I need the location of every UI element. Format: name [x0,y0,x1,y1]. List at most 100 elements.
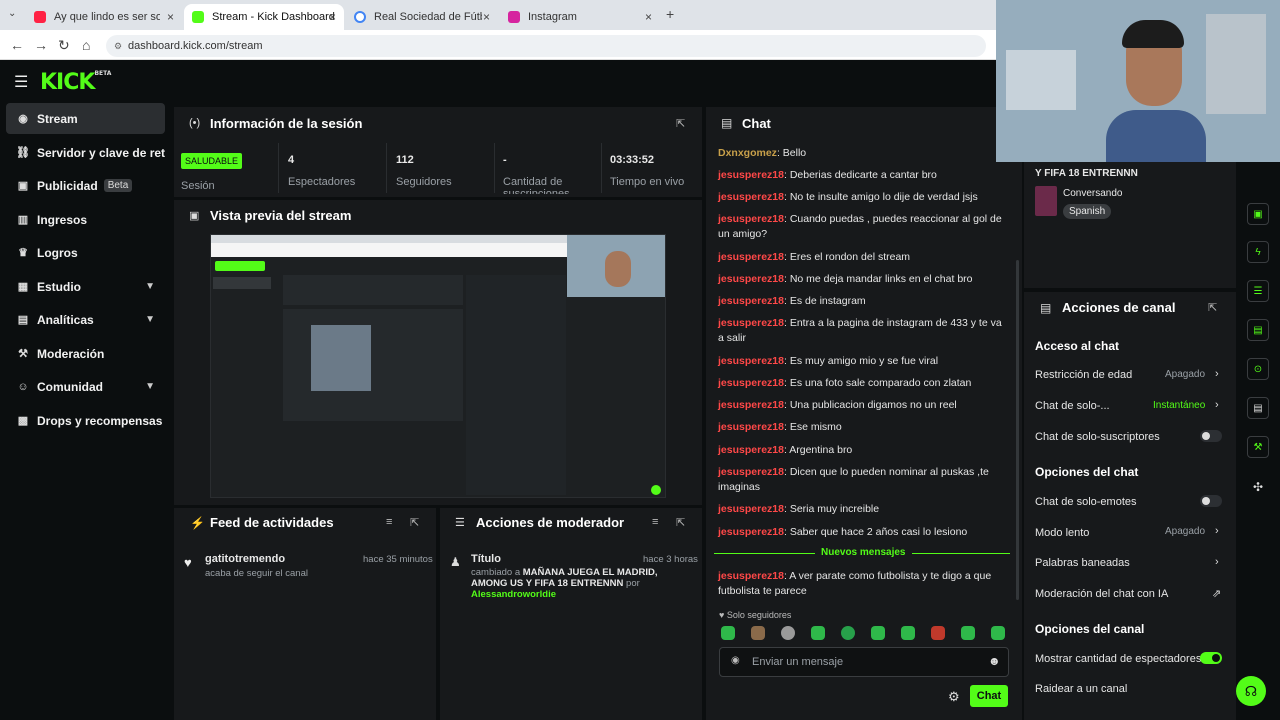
popout-icon[interactable]: ⇱ [410,516,419,529]
session-tool-icon[interactable]: ⊙ [1247,358,1269,380]
popout-icon[interactable]: ⇱ [676,516,685,529]
popout-icon[interactable]: ⇱ [1208,301,1217,314]
close-icon[interactable]: × [483,10,490,24]
filter-icon[interactable]: ≡ [386,516,392,528]
sidebar-item-studio[interactable]: ▦ Estudio ▼ [6,271,165,302]
close-icon[interactable]: × [645,10,652,24]
emote-icon[interactable] [961,626,975,640]
emotes-only-toggle[interactable] [1200,495,1222,507]
emoji-icon[interactable]: ☻ [988,654,1001,668]
browser-tab[interactable]: Real Sociedad de Fútbol - Busc × [346,4,498,30]
status-badge: SALUDABLE [181,153,243,169]
chat-user[interactable]: jesusperez18 [718,399,784,411]
sidebar-item-server-key[interactable]: ⛓ Servidor y clave de retransmisión [6,137,165,168]
emote-icon[interactable] [751,626,765,640]
back-icon[interactable]: ← [10,37,24,53]
send-chat-button[interactable]: Chat [970,685,1008,707]
menu-icon[interactable]: ☰ [14,72,28,92]
emote-icon[interactable] [901,626,915,640]
channel-tool-icon[interactable]: ▤ [1247,397,1269,419]
emote-icon[interactable] [991,626,1005,640]
chat-user[interactable]: jesusperez18 [718,169,784,181]
emote-icon[interactable] [841,626,855,640]
chat-user[interactable]: jesusperez18 [718,273,784,285]
show-viewers-toggle[interactable] [1200,652,1222,664]
browser-tab[interactable]: Instagram × [500,4,660,30]
chat-user[interactable]: jesusperez18 [718,466,784,478]
list-tool-icon[interactable]: ☰ [1247,280,1269,302]
analytics-icon: ▤ [17,314,29,326]
close-icon[interactable]: × [167,10,174,24]
people-icon: ☺ [17,380,29,393]
site-info-icon[interactable]: ⚙ [114,35,122,57]
chat-user[interactable]: jesusperez18 [718,377,784,389]
sidebar-item-moderation[interactable]: ⚒ Moderación [6,338,165,369]
puzzle-icon[interactable]: ✣ [1253,480,1263,494]
chat-user[interactable]: jesusperez18 [718,526,784,538]
chat-user[interactable]: jesusperez18 [718,421,784,433]
emote-icon[interactable] [871,626,885,640]
new-tab-button[interactable]: + [666,6,674,22]
chat-user[interactable]: jesusperez18 [718,355,784,367]
new-messages-label[interactable]: Nuevos mensajes [815,547,912,558]
home-icon[interactable]: ⌂ [82,37,90,53]
emote-icon[interactable] [721,626,735,640]
emote-icon[interactable] [931,626,945,640]
emotes-only-label: Chat de solo-emotes [1035,496,1137,508]
category-label[interactable]: Conversando [1063,188,1122,199]
instagram-icon [508,11,520,23]
hammer-icon: ⚒ [18,348,28,360]
popout-icon[interactable]: ⇱ [676,117,685,130]
sidebar-item-drops[interactable]: ▩ Drops y recompensas [6,405,165,436]
url-field[interactable]: ⚙ dashboard.kick.com/stream [106,35,986,57]
chat-user[interactable]: jesusperez18 [718,317,784,329]
ai-moderation-row[interactable]: Moderación del chat con IA [1035,588,1225,600]
subs-only-toggle[interactable] [1200,430,1222,442]
forward-icon[interactable]: → [34,37,48,53]
chat-tool-icon[interactable]: ▤ [1247,319,1269,341]
logo-text: KICK [40,70,95,95]
chat-user[interactable]: jesusperez18 [718,213,784,225]
chat-user[interactable]: jesusperez18 [718,503,784,515]
kick-logo[interactable]: KICKBETA [40,70,111,95]
sidebar-item-community[interactable]: ☺ Comunidad ▼ [6,371,165,402]
chat-user[interactable]: jesusperez18 [718,295,784,307]
filter-icon[interactable]: ≡ [652,516,658,528]
chat-text: Saber que hace 2 años casi lo lesiono [789,526,968,538]
raid-row[interactable]: Raidear a un canal [1035,683,1225,695]
browser-tab[interactable]: Ay que lindo es ser soltero 7u7 × [26,4,182,30]
sidebar-item-label: Ingresos [37,212,88,227]
sidebar-item-revenue[interactable]: ▥ Ingresos [6,204,165,235]
bolt-tool-icon[interactable]: ϟ [1247,241,1269,263]
hammer-tool-icon[interactable]: ⚒ [1247,436,1269,458]
sidebar-item-stream[interactable]: ◉ Stream [6,103,165,134]
reload-icon[interactable]: ↻ [58,37,70,54]
video-tool-icon[interactable]: ▣ [1247,203,1269,225]
chat-user[interactable]: jesusperez18 [718,191,784,203]
modaction-mod[interactable]: Alessandroworldie [471,589,556,600]
help-chat-icon[interactable]: ☊ [1236,676,1266,706]
chat-user[interactable]: Dxnxgomez [718,147,777,159]
chat-user[interactable]: jesusperez18 [718,444,784,456]
sidebar-item-ads[interactable]: ▣ Publicidad Beta [6,170,165,201]
raid-label: Raidear a un canal [1035,683,1128,695]
chat-input[interactable]: ◉ Enviar un mensaje ☻ [719,647,1009,677]
emote-icon[interactable] [811,626,825,640]
sidebar-item-achievements[interactable]: ♛ Logros [6,237,165,268]
stream-preview-video[interactable] [210,234,666,498]
tab-list-icon[interactable]: ⌄ [8,8,16,19]
chat-scrollbar[interactable] [1016,260,1019,600]
gear-icon[interactable]: ⚙ [948,689,960,705]
banned-words-row[interactable]: Palabras baneadas [1035,557,1225,569]
browser-tab-active[interactable]: Stream - Kick Dashboard × [184,4,344,30]
activity-user[interactable]: gatitotremendo [205,553,285,565]
chat-message: jesusperez18: A ver parate como futbolis… [718,570,992,597]
followers-only-label: Solo seguidores [726,610,792,620]
sidebar-item-analytics[interactable]: ▤ Analíticas ▼ [6,304,165,335]
beta-badge: Beta [103,179,133,192]
activity-time: hace 35 minutos [363,554,433,565]
emote-icon[interactable] [781,626,795,640]
chat-user[interactable]: jesusperez18 [718,570,784,582]
chat-user[interactable]: jesusperez18 [718,251,784,263]
close-icon[interactable]: × [329,10,336,24]
